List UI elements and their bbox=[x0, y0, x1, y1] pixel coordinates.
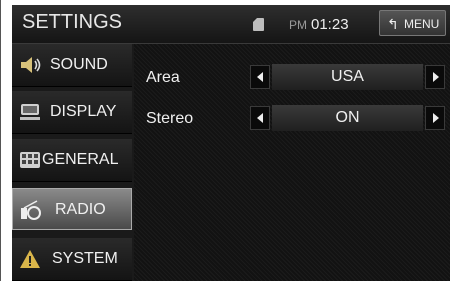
setting-label-area: Area bbox=[146, 69, 180, 86]
area-prev-button[interactable] bbox=[250, 65, 270, 89]
area-value: USA bbox=[272, 64, 423, 90]
sidebar-item-general[interactable]: GENERAL bbox=[12, 139, 132, 182]
sidebar-item-system[interactable]: SYSTEM bbox=[12, 238, 132, 281]
sidebar-item-display[interactable]: DISPLAY bbox=[12, 91, 132, 134]
general-icon bbox=[20, 152, 40, 168]
page-title: SETTINGS bbox=[22, 11, 123, 33]
menu-button[interactable]: ↰ MENU bbox=[379, 10, 446, 36]
sidebar-item-radio[interactable]: RADIO bbox=[12, 188, 132, 230]
sidebar-item-label: RADIO bbox=[55, 201, 106, 218]
area-next-button[interactable] bbox=[425, 65, 445, 89]
stereo-next-button[interactable] bbox=[425, 106, 445, 130]
clock-ampm: PM bbox=[289, 18, 307, 32]
display-icon bbox=[20, 104, 40, 120]
arrow-right-icon bbox=[433, 113, 439, 123]
area-selector: USA bbox=[250, 64, 445, 90]
arrow-right-icon bbox=[433, 72, 439, 82]
clock: PM 01:23 bbox=[289, 16, 349, 33]
back-arrow-icon: ↰ bbox=[387, 16, 399, 32]
left-border-line bbox=[0, 0, 1, 281]
arrow-left-icon bbox=[257, 72, 263, 82]
menu-button-label: MENU bbox=[404, 17, 440, 31]
arrow-left-icon bbox=[257, 113, 263, 123]
stereo-value: ON bbox=[272, 105, 423, 131]
warning-icon bbox=[20, 250, 40, 268]
sidebar-item-label: SYSTEM bbox=[52, 250, 118, 267]
sidebar-item-label: SOUND bbox=[50, 56, 108, 73]
sidebar-item-label: DISPLAY bbox=[50, 103, 117, 120]
sidebar-item-sound[interactable]: SOUND bbox=[12, 44, 132, 87]
clock-time: 01:23 bbox=[311, 16, 349, 33]
sidebar: SOUND DISPLAY GENERAL RADIO SYSTEM bbox=[12, 44, 134, 281]
speaker-icon bbox=[21, 57, 41, 73]
setting-label-stereo: Stereo bbox=[146, 110, 194, 127]
settings-screen: SETTINGS PM 01:23 ↰ MENU SOUND DISPLAY G… bbox=[12, 5, 450, 281]
top-bar: SETTINGS PM 01:23 ↰ MENU bbox=[12, 5, 450, 44]
radio-icon bbox=[21, 200, 41, 220]
sd-card-icon bbox=[253, 18, 264, 31]
sidebar-item-label: GENERAL bbox=[42, 151, 119, 168]
stereo-prev-button[interactable] bbox=[250, 106, 270, 130]
settings-content: Area USA Stereo ON bbox=[134, 44, 450, 281]
stereo-selector: ON bbox=[250, 105, 445, 131]
